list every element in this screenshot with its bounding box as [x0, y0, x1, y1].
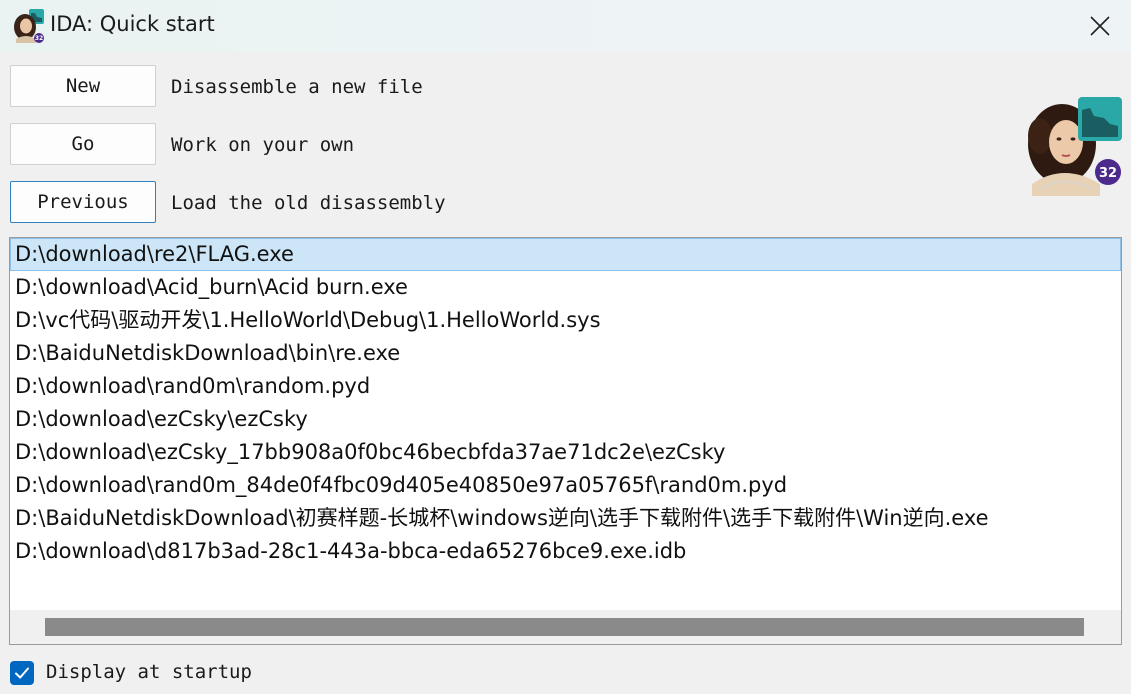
close-button[interactable]: [1069, 0, 1131, 52]
new-description: Disassemble a new file: [171, 76, 423, 98]
recent-file-item[interactable]: D:\download\d817b3ad-28c1-443a-bbca-eda6…: [10, 535, 1121, 568]
recent-file-item[interactable]: D:\download\ezCsky\ezCsky: [10, 403, 1121, 436]
recent-file-item[interactable]: D:\BaiduNetdiskDownload\初赛样题-长城杯\windows…: [10, 502, 1121, 535]
window-title: IDA: Quick start: [50, 12, 215, 36]
title-icon-badge: 32: [35, 35, 43, 42]
recent-file-item[interactable]: D:\download\re2\FLAG.exe: [10, 238, 1121, 271]
ida-logo: 32: [1024, 96, 1124, 196]
recent-file-item[interactable]: D:\download\rand0m\random.pyd: [10, 370, 1121, 403]
recent-file-item[interactable]: D:\vc代码\驱动开发\1.HelloWorld\Debug\1.HelloW…: [10, 304, 1121, 337]
recent-file-item[interactable]: D:\BaiduNetdiskDownload\bin\re.exe: [10, 337, 1121, 370]
go-button[interactable]: Go: [10, 123, 156, 165]
horizontal-scrollbar-thumb[interactable]: [45, 618, 1084, 636]
logo-badge-32: 32: [1099, 166, 1117, 181]
new-button[interactable]: New: [10, 65, 156, 107]
ida-app-icon: 32: [12, 9, 46, 43]
horizontal-scrollbar[interactable]: [10, 610, 1121, 644]
ida-quick-start-window: 32 IDA: Quick start New Disassemble a ne…: [0, 0, 1131, 694]
recent-files-items: D:\download\re2\FLAG.exe D:\download\Acid…: [10, 238, 1121, 568]
display-at-startup-label: Display at startup: [46, 661, 252, 683]
close-icon: [1090, 16, 1110, 36]
recent-file-item[interactable]: D:\download\Acid_burn\Acid burn.exe: [10, 271, 1121, 304]
recent-file-item[interactable]: D:\download\rand0m_84de0f4fbc09d405e4085…: [10, 469, 1121, 502]
title-bar[interactable]: 32 IDA: Quick start: [0, 0, 1131, 52]
previous-button[interactable]: Previous: [10, 181, 156, 223]
previous-description: Load the old disassembly: [171, 192, 446, 214]
checkmark-icon: [15, 667, 29, 679]
display-at-startup-checkbox[interactable]: [10, 661, 34, 685]
recent-files-list[interactable]: D:\download\re2\FLAG.exe D:\download\Acid…: [9, 237, 1122, 645]
recent-file-item[interactable]: D:\download\ezCsky_17bb908a0f0bc46becbfd…: [10, 436, 1121, 469]
go-description: Work on your own: [171, 134, 355, 156]
